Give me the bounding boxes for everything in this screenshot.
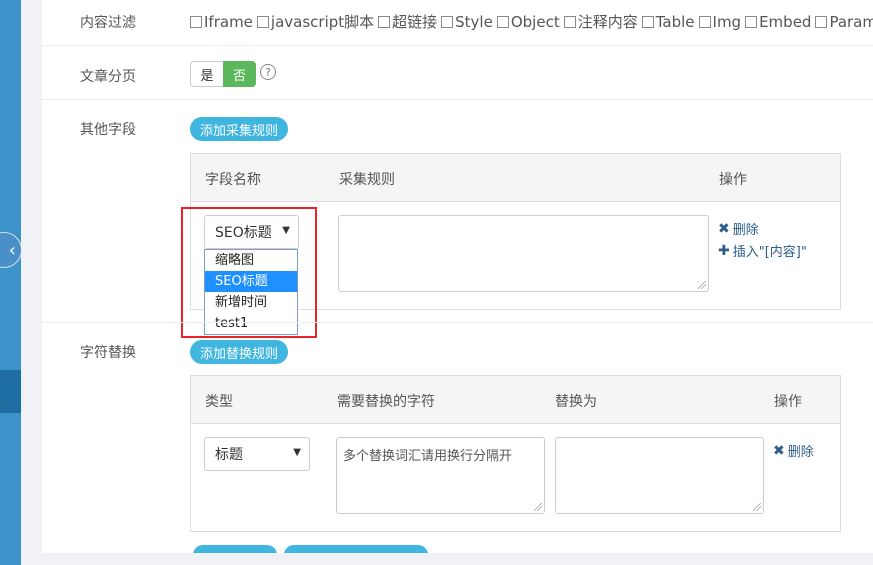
checkbox[interactable]	[815, 15, 828, 28]
checkbox[interactable]	[745, 15, 758, 28]
caret-down-icon: ▼	[293, 447, 301, 458]
delete-replace-button[interactable]: ✖ 删除	[773, 441, 814, 461]
other-fields-label: 其他字段	[80, 122, 136, 138]
filter-img[interactable]: Img	[698, 13, 741, 31]
table-header: 类型 需要替换的字符 替换为 操作	[191, 376, 840, 424]
filter-iframe[interactable]: Iframe	[190, 13, 253, 31]
divider	[42, 99, 873, 100]
filter-link[interactable]: 超链接	[378, 11, 437, 32]
checkbox[interactable]	[641, 15, 654, 28]
filter-style[interactable]: Style	[441, 13, 493, 31]
chevron-left-icon: ‹	[8, 239, 16, 261]
filter-object[interactable]: Object	[496, 13, 560, 31]
filter-embed[interactable]: Embed	[745, 13, 811, 31]
column-header: 采集规则	[339, 172, 395, 188]
column-header: 替换为	[555, 394, 597, 410]
column-header: 操作	[774, 394, 802, 410]
content-filter-label: 内容过滤	[80, 15, 136, 31]
dropdown-option[interactable]: 缩略图	[205, 250, 297, 271]
divider	[42, 45, 873, 46]
checkbox[interactable]	[190, 15, 202, 28]
resize-handle-icon[interactable]	[534, 503, 542, 511]
plus-icon: ✚	[718, 242, 730, 259]
insert-content-button[interactable]: ✚ 插入"[内容]"	[718, 241, 807, 261]
checkbox[interactable]	[256, 15, 269, 28]
close-icon: ✖	[773, 442, 785, 459]
filter-comment[interactable]: 注释内容	[563, 11, 638, 32]
resize-handle-icon[interactable]	[698, 281, 706, 289]
add-replace-rule-button[interactable]: 添加替换规则	[190, 340, 288, 364]
filter-javascript[interactable]: javascript脚本	[256, 11, 374, 32]
column-header: 操作	[719, 172, 747, 188]
page-bottom	[21, 553, 873, 565]
divider	[42, 322, 873, 323]
content-filter-options: Iframe javascript脚本 超链接 Style Object 注释内…	[190, 11, 873, 32]
dropdown-option[interactable]: test1	[205, 313, 297, 334]
column-header: 类型	[205, 394, 233, 410]
sidebar-active-item[interactable]	[0, 370, 21, 413]
replace-type-select[interactable]: 标题 ▼	[204, 437, 310, 471]
dropdown-option-selected[interactable]: SEO标题	[205, 271, 297, 292]
find-text-textarea[interactable]: 多个替换词汇请用换行分隔开	[336, 437, 545, 514]
table-header: 字段名称 采集规则 操作	[191, 154, 840, 202]
checkbox[interactable]	[496, 15, 509, 28]
add-collect-rule-button[interactable]: 添加采集规则	[190, 117, 288, 141]
filter-table[interactable]: Table	[641, 13, 695, 31]
toggle-no-button[interactable]: 否	[223, 61, 256, 87]
collect-rule-textarea[interactable]	[338, 215, 709, 292]
question-circle-icon[interactable]: ?	[260, 64, 276, 80]
pagination-label: 文章分页	[80, 69, 136, 85]
checkbox[interactable]	[441, 15, 454, 28]
pagination-toggle: 是 否	[190, 61, 256, 87]
page-gutter	[21, 0, 42, 565]
close-icon: ✖	[718, 220, 730, 237]
field-name-select[interactable]: SEO标题 ▼	[204, 215, 299, 249]
checkbox[interactable]	[378, 15, 391, 28]
form-panel: 内容过滤 Iframe javascript脚本 超链接 Style Objec…	[42, 0, 873, 561]
delete-field-button[interactable]: ✖ 删除	[718, 219, 759, 239]
sidebar	[0, 0, 21, 565]
column-header: 需要替换的字符	[337, 394, 435, 410]
toggle-yes-button[interactable]: 是	[190, 61, 223, 87]
resize-handle-icon[interactable]	[753, 503, 761, 511]
dropdown-option[interactable]: 新增时间	[205, 292, 297, 313]
caret-down-icon: ▼	[282, 225, 290, 236]
column-header: 字段名称	[205, 172, 261, 188]
filter-param[interactable]: Param	[815, 13, 873, 31]
checkbox[interactable]	[698, 15, 711, 28]
replace-with-textarea[interactable]	[555, 437, 764, 514]
checkbox[interactable]	[563, 15, 576, 28]
replace-label: 字符替换	[80, 345, 136, 361]
